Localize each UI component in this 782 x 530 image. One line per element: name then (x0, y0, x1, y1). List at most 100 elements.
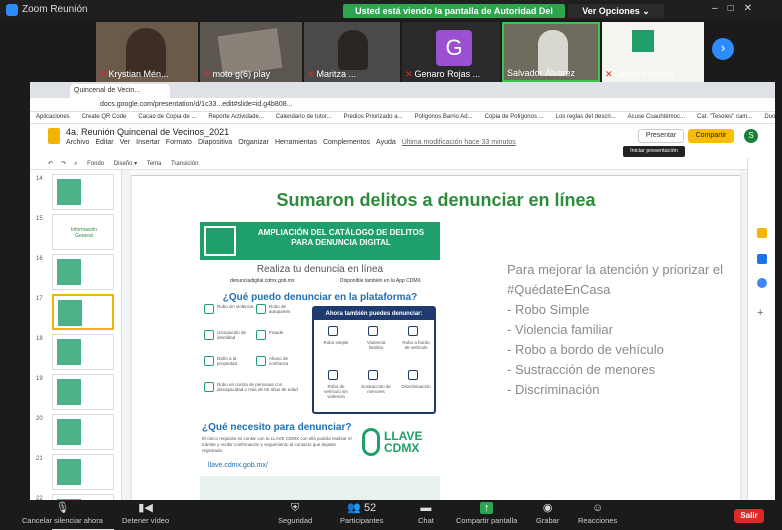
slide-thumbnail[interactable] (52, 174, 114, 210)
window-controls[interactable]: –□✕ (712, 3, 762, 14)
slide-thumbnail[interactable] (52, 334, 114, 370)
next-page-icon[interactable]: › (712, 38, 734, 60)
menu-item[interactable]: Insertar (136, 139, 160, 146)
menu-item[interactable]: Complementos (323, 139, 370, 146)
participant-name: moto g(6) play (212, 69, 271, 79)
menu-bar: Archivo Editar Ver Insertar Formato Diapositi… (66, 139, 522, 146)
poster-box-title: Ahora también puedes denunciar: (314, 308, 434, 320)
menu-item[interactable]: Ver (120, 139, 131, 146)
bookmark-item[interactable]: Calendario de tutor... (276, 114, 332, 120)
thumb-graphic (58, 300, 82, 326)
tooltip: Iniciar presentación (Ctrl+F5) (623, 146, 685, 165)
participant-tile[interactable]: ✕ moto g(6) play (200, 22, 302, 82)
url-text[interactable]: docs.google.com/presentation/d/1c33...ed… (100, 101, 292, 108)
menu-item[interactable]: Ayuda (376, 139, 396, 146)
participant-tile[interactable]: ✕ Leticia Herrera (602, 22, 704, 82)
participant-tile[interactable]: ✕ Krystian Mén... (96, 22, 198, 82)
thumb-graphic (57, 419, 81, 445)
add-icon[interactable]: + (757, 308, 767, 319)
menu-item[interactable]: Formato (166, 139, 192, 146)
leave-button[interactable]: Salir (734, 509, 764, 523)
slide-thumbnail[interactable] (52, 374, 114, 410)
bookmark-item[interactable]: Cacao de Copia de ... (138, 114, 196, 120)
zoom-icon[interactable]: ⌕ (74, 161, 77, 167)
share-screen-button[interactable]: ↑ Compartir pantalla (456, 500, 517, 525)
contacts-icon[interactable] (757, 278, 767, 288)
participant-tile[interactable]: G ✕ Genaro Rojas ... (402, 22, 500, 82)
undo-icon[interactable]: ↶ (48, 161, 53, 167)
crime-label: Discriminación (401, 384, 431, 389)
present-button[interactable]: Presentar (638, 129, 684, 143)
poster-site: denunciadigital.cdmx.gob.mx (230, 278, 295, 284)
maximize-icon[interactable]: □ (728, 3, 744, 14)
slide-thumbnail[interactable] (52, 414, 114, 450)
security-button[interactable]: ⛨ Seguridad (278, 500, 312, 525)
minimize-icon[interactable]: – (712, 3, 728, 14)
chat-button[interactable]: ▬ Chat (418, 500, 434, 525)
participants-button[interactable]: 👥 52 Participantes (340, 500, 383, 525)
smiley-icon: ☺ (591, 502, 604, 514)
slide-thumbnail[interactable] (52, 254, 114, 290)
crime-icon (256, 356, 266, 366)
slide-thumbnail[interactable]: Información General (52, 214, 114, 250)
menu-item[interactable]: Archivo (66, 139, 89, 146)
bookmark-item[interactable]: Reporte Actividade... (208, 114, 263, 120)
toolbar-item[interactable]: Transición (171, 161, 198, 167)
reactions-button[interactable]: ☺ Reacciones (578, 500, 617, 525)
bookmark-item[interactable]: Cat. "Tesoles" cam... (697, 114, 752, 120)
mic-muted-icon: 🎙 (55, 502, 70, 514)
poster-question-1: ¿Qué puedo denunciar en la plataforma? (222, 292, 418, 303)
bookmark-item[interactable]: Aplicaciones (36, 114, 70, 120)
bookmark-item[interactable]: Create QR Code (82, 114, 127, 120)
thumb-graphic (57, 339, 81, 365)
slide-canvas[interactable]: Sumaron delitos a denunciar en línea Par… (132, 176, 740, 500)
stop-video-button[interactable]: ▮◀ Detener vídeo (122, 500, 169, 525)
user-avatar[interactable]: S (744, 129, 758, 143)
view-options-button[interactable]: Ver Opciones ⌄ (568, 4, 664, 18)
crime-label: Sustracción de menores (361, 384, 391, 394)
mic-muted-icon: ✕ (203, 69, 211, 79)
bookmark-item[interactable]: Polígonos Barrio Ad... (415, 114, 473, 120)
record-button[interactable]: ◉ Grabar (536, 500, 559, 525)
crime-label: Robo en contra de personas con discapaci… (217, 382, 298, 392)
poster-link: llave.cdmx.gob.mx/ (208, 462, 268, 469)
close-icon[interactable]: ✕ (744, 3, 762, 14)
document-title[interactable]: 4a. Reunión Quincenal de Vecinos_2021 (66, 127, 229, 137)
bookmark-item[interactable]: Copia de Polígonos ... (485, 114, 544, 120)
slide-thumbnail[interactable] (52, 454, 114, 490)
poster-requirements-text: El único requisito es contar con tu LLAV… (202, 436, 352, 453)
participant-tile-active-speaker[interactable]: Salvador Álvarez (502, 22, 600, 82)
crime-label: Robo de vehículo sin violencia (324, 384, 348, 399)
toolbar-item[interactable]: Fondo (87, 161, 104, 167)
slides-logo-icon[interactable] (48, 128, 60, 144)
participant-name: Salvador Álvarez (507, 68, 576, 78)
thumb-graphic (57, 259, 81, 285)
menu-item[interactable]: Organizar (238, 139, 269, 146)
tasks-icon[interactable] (757, 254, 767, 264)
address-bar[interactable]: docs.google.com/presentation/d/1c33...ed… (30, 98, 775, 112)
menu-item[interactable]: Diapositiva (198, 139, 232, 146)
menu-item[interactable]: Herramientas (275, 139, 317, 146)
redo-icon[interactable]: ↷ (61, 161, 66, 167)
toolbar-item[interactable]: Tema (147, 161, 162, 167)
poster-subtitle: Realiza tu denuncia en línea (256, 264, 384, 275)
slide-thumbnail[interactable] (52, 294, 114, 330)
poster-image: AMPLIACIÓN DEL CATÁLOGO DE DELITOS PARA … (200, 222, 440, 500)
people-icon: 👥 (347, 502, 361, 514)
menu-item[interactable]: Editar (95, 139, 113, 146)
screen-share-banner: Usted está viendo la pantalla de Autorid… (343, 4, 565, 30)
keep-icon[interactable] (757, 228, 767, 238)
bookmark-item[interactable]: Acuse Cuauhtémoc... (628, 114, 685, 120)
participant-tile[interactable]: ✕ Maritza ... (304, 22, 400, 82)
poster-question-2: ¿Qué necesito para denunciar? (202, 422, 352, 433)
bookmark-item[interactable]: Duo familias de apa... (764, 114, 775, 120)
bookmark-item[interactable]: Los reglas del descri... (556, 114, 616, 120)
unmute-button[interactable]: 🎙 Cancelar silenciar ahora (22, 500, 103, 525)
browser-tab[interactable]: Quincenal de Vecin... (70, 84, 170, 98)
crime-icon (204, 382, 214, 392)
bookmark-item[interactable]: Predios Priorizado a... (344, 114, 403, 120)
share-button[interactable]: Compartir (688, 129, 734, 143)
editor-toolbar: ↶ ↷ ⌕ Fondo Diseño ▾ Tema Transición (30, 158, 775, 170)
menu-item[interactable]: Última modificación hace 33 minutos (402, 139, 516, 146)
toolbar-item[interactable]: Diseño ▾ (114, 161, 137, 167)
